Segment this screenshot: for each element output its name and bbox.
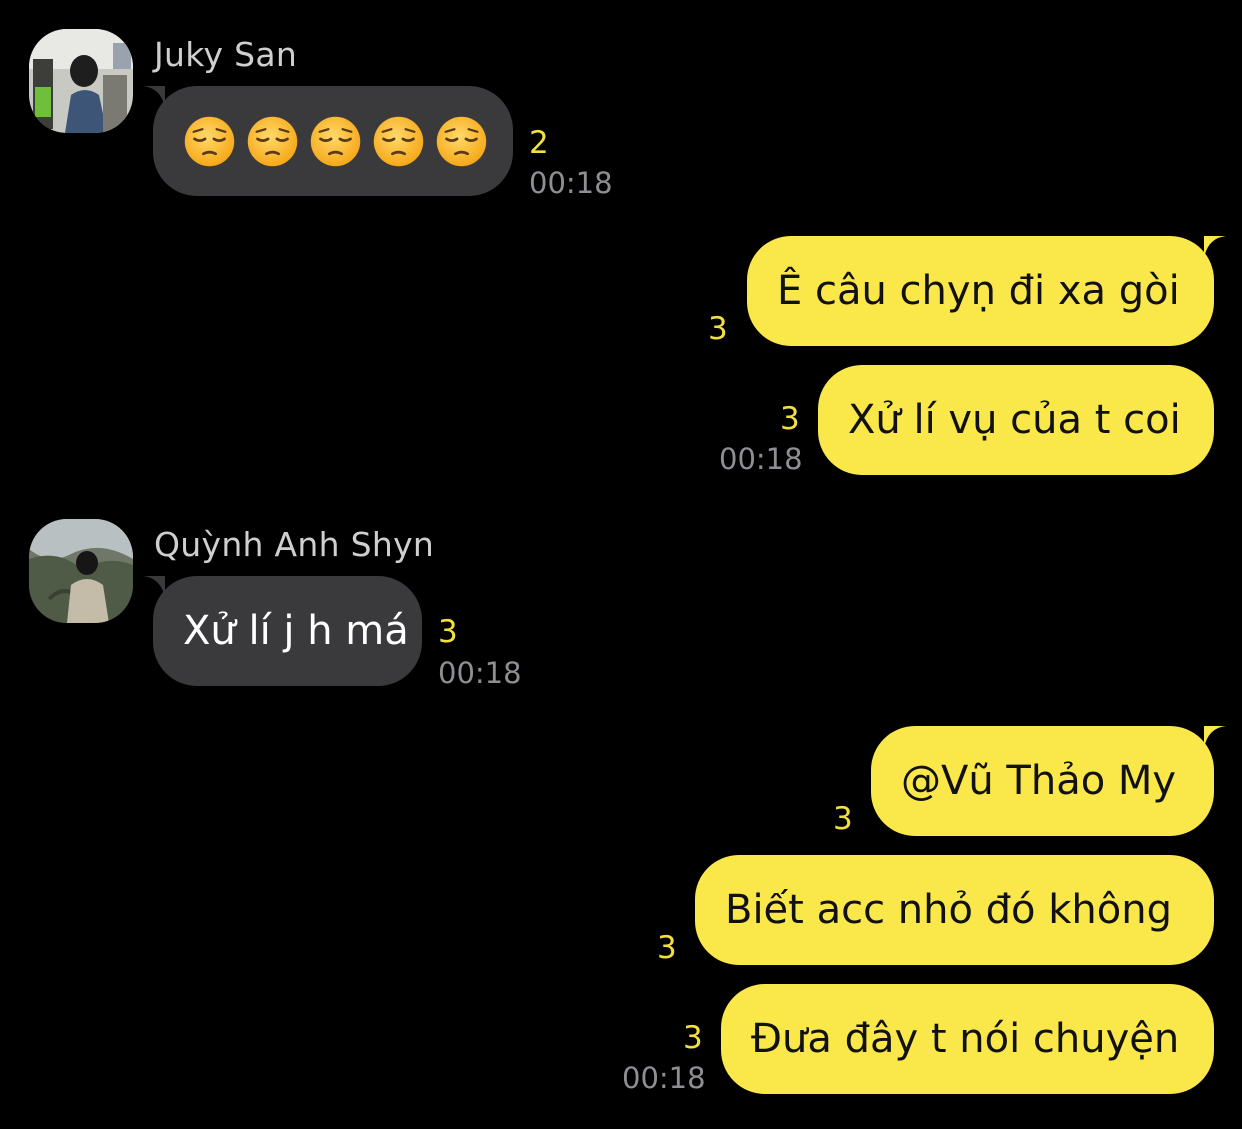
message-time: 00:18 <box>438 656 522 690</box>
message-bubble[interactable]: Đưa đây t nói chuyện <box>721 984 1214 1094</box>
emoji-row <box>183 115 488 168</box>
message-time: 00:18 <box>622 1061 706 1095</box>
pensive-face-icon <box>184 116 235 166</box>
avatar-photo-icon <box>29 519 133 623</box>
avatar-quynh-anh-shyn[interactable] <box>29 519 133 623</box>
read-count: 2 <box>529 125 549 161</box>
avatar-photo-icon <box>29 29 133 133</box>
pensive-face-icon <box>436 116 487 166</box>
message-bubble[interactable]: Xử lí j h má <box>153 576 422 686</box>
message-bubble[interactable] <box>153 86 513 196</box>
message-bubble[interactable]: Xử lí vụ của t coi <box>818 365 1214 475</box>
read-count: 3 <box>708 311 728 347</box>
message-bubble[interactable]: Biết acc nhỏ đó không <box>695 855 1214 965</box>
message-text: Ê câu chyṇ đi xa gòi <box>777 268 1180 314</box>
read-count: 3 <box>833 801 853 837</box>
read-count: 3 <box>438 614 458 650</box>
pensive-face-icon <box>310 116 361 166</box>
message-time: 00:18 <box>719 442 803 476</box>
message-text: Đưa đây t nói chuyện <box>751 1016 1180 1062</box>
sender-name: Quỳnh Anh Shyn <box>154 525 435 564</box>
sender-name: Juky San <box>154 35 298 74</box>
read-count: 3 <box>780 401 800 437</box>
message-bubble[interactable]: Ê câu chyṇ đi xa gòi <box>747 236 1214 346</box>
read-count: 3 <box>657 930 677 966</box>
bubble-tail <box>1204 726 1226 748</box>
message-text: Xử lí j h má <box>183 608 409 654</box>
pensive-face-icon <box>247 116 298 166</box>
read-count: 3 <box>683 1020 703 1056</box>
bubble-tail <box>1204 236 1226 258</box>
message-bubble[interactable]: @Vũ Thảo My <box>871 726 1214 836</box>
message-time: 00:18 <box>529 166 613 200</box>
message-text: Xử lí vụ của t coi <box>848 397 1181 443</box>
pensive-face-icon <box>373 116 424 166</box>
avatar-juky-san[interactable] <box>29 29 133 133</box>
message-text: @Vũ Thảo My <box>901 758 1177 804</box>
message-text: Biết acc nhỏ đó không <box>725 887 1172 933</box>
